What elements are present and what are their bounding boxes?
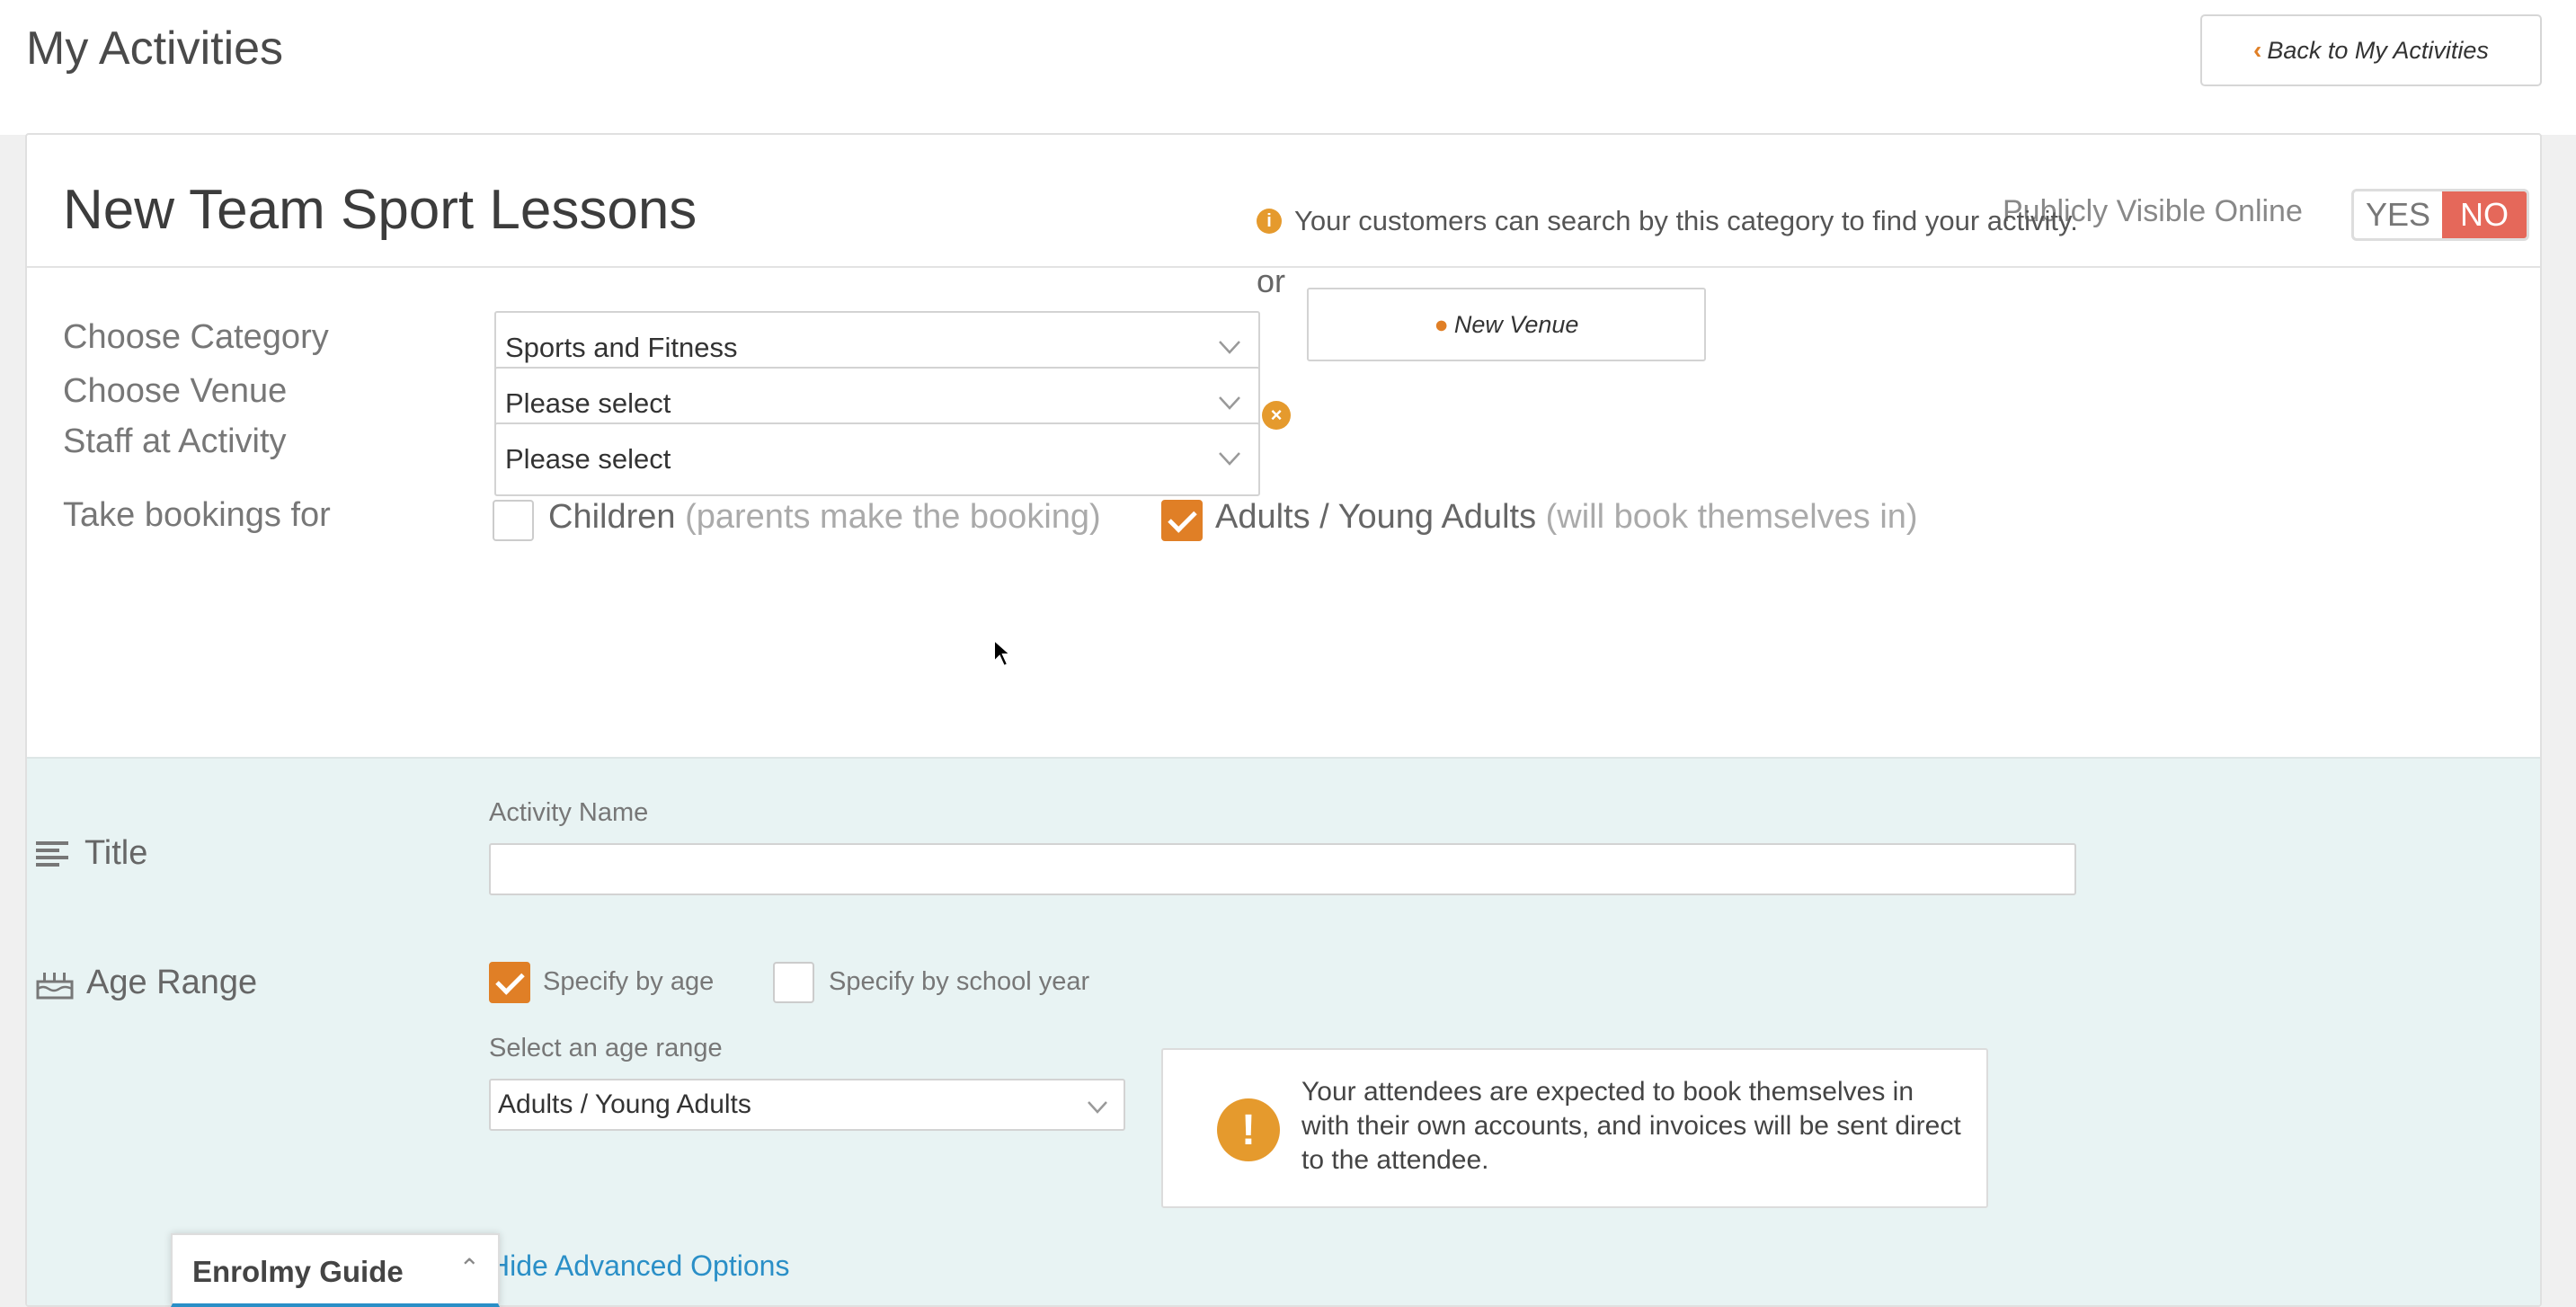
toggle-yes[interactable]: YES bbox=[2354, 191, 2442, 238]
new-venue-button[interactable]: ● New Venue bbox=[1307, 288, 1706, 361]
chevron-down-icon bbox=[1219, 341, 1240, 354]
title-section-label: Title bbox=[36, 834, 147, 873]
specify-age-checkbox[interactable] bbox=[489, 962, 530, 1003]
children-checkbox[interactable] bbox=[493, 500, 534, 541]
mouse-cursor-icon bbox=[993, 638, 1012, 668]
chevron-up-icon[interactable]: ⌃ bbox=[459, 1253, 480, 1283]
staff-select[interactable]: Please select bbox=[494, 422, 1260, 496]
page-header: My Activities ‹ Back to My Activities bbox=[0, 0, 2576, 135]
page-title: My Activities bbox=[26, 22, 284, 75]
children-label: Children bbox=[548, 498, 676, 536]
birthday-cake-icon bbox=[36, 972, 74, 999]
card-header: New Team Sport Lessons Publicly Visible … bbox=[27, 135, 2540, 268]
category-label: Choose Category bbox=[63, 318, 329, 356]
age-section-label: Age Range bbox=[36, 964, 257, 1002]
children-option-label: Children (parents make the booking) bbox=[548, 498, 1101, 537]
chevron-down-icon bbox=[1219, 452, 1240, 466]
activity-name-input[interactable] bbox=[489, 843, 2076, 895]
age-range-caption: Select an age range bbox=[489, 1034, 723, 1062]
age-range-select[interactable]: Adults / Young Adults bbox=[489, 1079, 1125, 1131]
map-pin-icon: ● bbox=[1434, 310, 1449, 338]
specify-year-checkbox[interactable] bbox=[773, 962, 814, 1003]
staff-value: Please select bbox=[505, 443, 671, 475]
exclamation-icon: ! bbox=[1217, 1098, 1280, 1161]
notice-text: Your attendees are expected to book them… bbox=[1301, 1077, 1961, 1175]
clear-staff-icon[interactable]: × bbox=[1262, 401, 1291, 430]
specify-year-label: Specify by school year bbox=[829, 967, 1090, 996]
align-left-icon bbox=[36, 840, 68, 867]
children-sub: (parents make the booking) bbox=[685, 498, 1101, 536]
activity-title: New Team Sport Lessons bbox=[63, 179, 697, 241]
staff-label: Staff at Activity bbox=[63, 422, 287, 460]
adults-sub: (will book themselves in) bbox=[1545, 498, 1918, 536]
hide-advanced-options-link[interactable]: Hide Advanced Options bbox=[489, 1249, 789, 1283]
adults-option-label: Adults / Young Adults (will book themsel… bbox=[1215, 498, 1918, 537]
category-value: Sports and Fitness bbox=[505, 332, 738, 363]
activity-name-caption: Activity Name bbox=[489, 798, 649, 827]
back-button-label: Back to My Activities bbox=[2267, 36, 2489, 64]
back-to-activities-button[interactable]: ‹ Back to My Activities bbox=[2200, 14, 2542, 86]
toggle-no[interactable]: NO bbox=[2442, 191, 2527, 238]
visibility-toggle[interactable]: YES NO bbox=[2351, 189, 2529, 241]
venue-label: Choose Venue bbox=[63, 372, 288, 410]
chevron-left-icon: ‹ bbox=[2253, 36, 2262, 64]
details-section bbox=[27, 757, 2540, 1305]
chevron-down-icon bbox=[1219, 396, 1240, 410]
venue-value: Please select bbox=[505, 387, 671, 419]
adults-checkbox[interactable] bbox=[1161, 500, 1203, 541]
age-range-value: Adults / Young Adults bbox=[498, 1089, 751, 1119]
booking-notice: ! Your attendees are expected to book th… bbox=[1161, 1048, 1988, 1208]
new-venue-label: New Venue bbox=[1453, 310, 1579, 338]
specify-age-label: Specify by age bbox=[543, 967, 715, 996]
chevron-down-icon bbox=[1088, 1101, 1107, 1114]
adults-label: Adults / Young Adults bbox=[1215, 498, 1537, 536]
title-label: Title bbox=[84, 834, 148, 872]
info-icon: i bbox=[1257, 209, 1282, 234]
or-text: or bbox=[1257, 262, 1286, 299]
category-info: Your customers can search by this catego… bbox=[1294, 205, 2078, 236]
bookings-label: Take bookings for bbox=[63, 496, 331, 534]
age-range-label: Age Range bbox=[86, 964, 258, 1001]
enrolmy-guide-widget[interactable]: Enrolmy Guide ⌃ bbox=[171, 1233, 500, 1307]
guide-title: Enrolmy Guide bbox=[192, 1255, 404, 1288]
